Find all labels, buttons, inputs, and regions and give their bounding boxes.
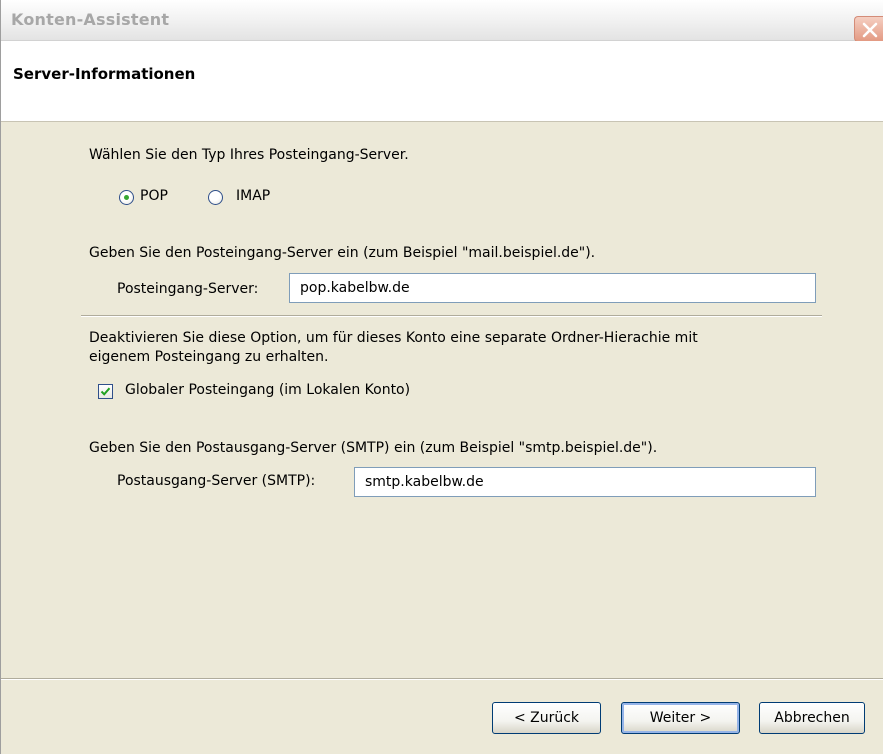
outgoing-server-prompt: Geben Sie den Postausgang-Server (SMTP) … xyxy=(89,440,658,456)
back-button-label: < Zurück xyxy=(513,710,580,726)
back-button[interactable]: < Zurück xyxy=(492,702,601,734)
close-icon xyxy=(862,22,878,38)
imap-radio-label[interactable]: IMAP xyxy=(236,188,270,204)
account-wizard-window: Konten-Assistent Server-Informationen Wä… xyxy=(0,0,883,754)
page-title: Server-Informationen xyxy=(13,65,196,83)
wizard-header: Server-Informationen xyxy=(1,41,883,122)
close-button[interactable] xyxy=(854,16,883,42)
next-button[interactable]: Weiter > xyxy=(621,702,740,734)
global-inbox-description-line2: eigenem Posteingang zu erhalten. xyxy=(89,349,329,365)
global-inbox-label[interactable]: Globaler Posteingang (im Lokalen Konto) xyxy=(125,382,410,398)
radio-selected-icon xyxy=(124,195,129,200)
imap-radio[interactable] xyxy=(208,190,223,205)
incoming-server-prompt: Geben Sie den Posteingang-Server ein (zu… xyxy=(89,245,596,261)
incoming-type-prompt: Wählen Sie den Typ Ihres Posteingang-Ser… xyxy=(89,147,409,163)
title-bar[interactable]: Konten-Assistent xyxy=(1,0,883,42)
cancel-button[interactable]: Abbrechen xyxy=(759,702,865,734)
incoming-server-label: Posteingang-Server: xyxy=(117,281,259,297)
global-inbox-description-line1: Deaktivieren Sie diese Option, um für di… xyxy=(89,330,698,346)
pop-radio-label[interactable]: POP xyxy=(140,188,168,204)
window-title: Konten-Assistent xyxy=(11,10,170,29)
wizard-content: Wählen Sie den Typ Ihres Posteingang-Ser… xyxy=(1,122,883,678)
section-divider xyxy=(81,315,822,317)
cancel-button-label: Abbrechen xyxy=(774,710,850,726)
pop-radio[interactable] xyxy=(119,190,134,205)
outgoing-server-label: Postausgang-Server (SMTP): xyxy=(117,473,316,489)
footer-divider xyxy=(1,678,883,680)
outgoing-server-input[interactable] xyxy=(354,467,816,497)
global-inbox-checkbox[interactable] xyxy=(98,384,113,399)
next-button-label: Weiter > xyxy=(649,710,712,726)
incoming-server-input[interactable] xyxy=(289,273,816,303)
checkmark-icon xyxy=(100,387,111,396)
